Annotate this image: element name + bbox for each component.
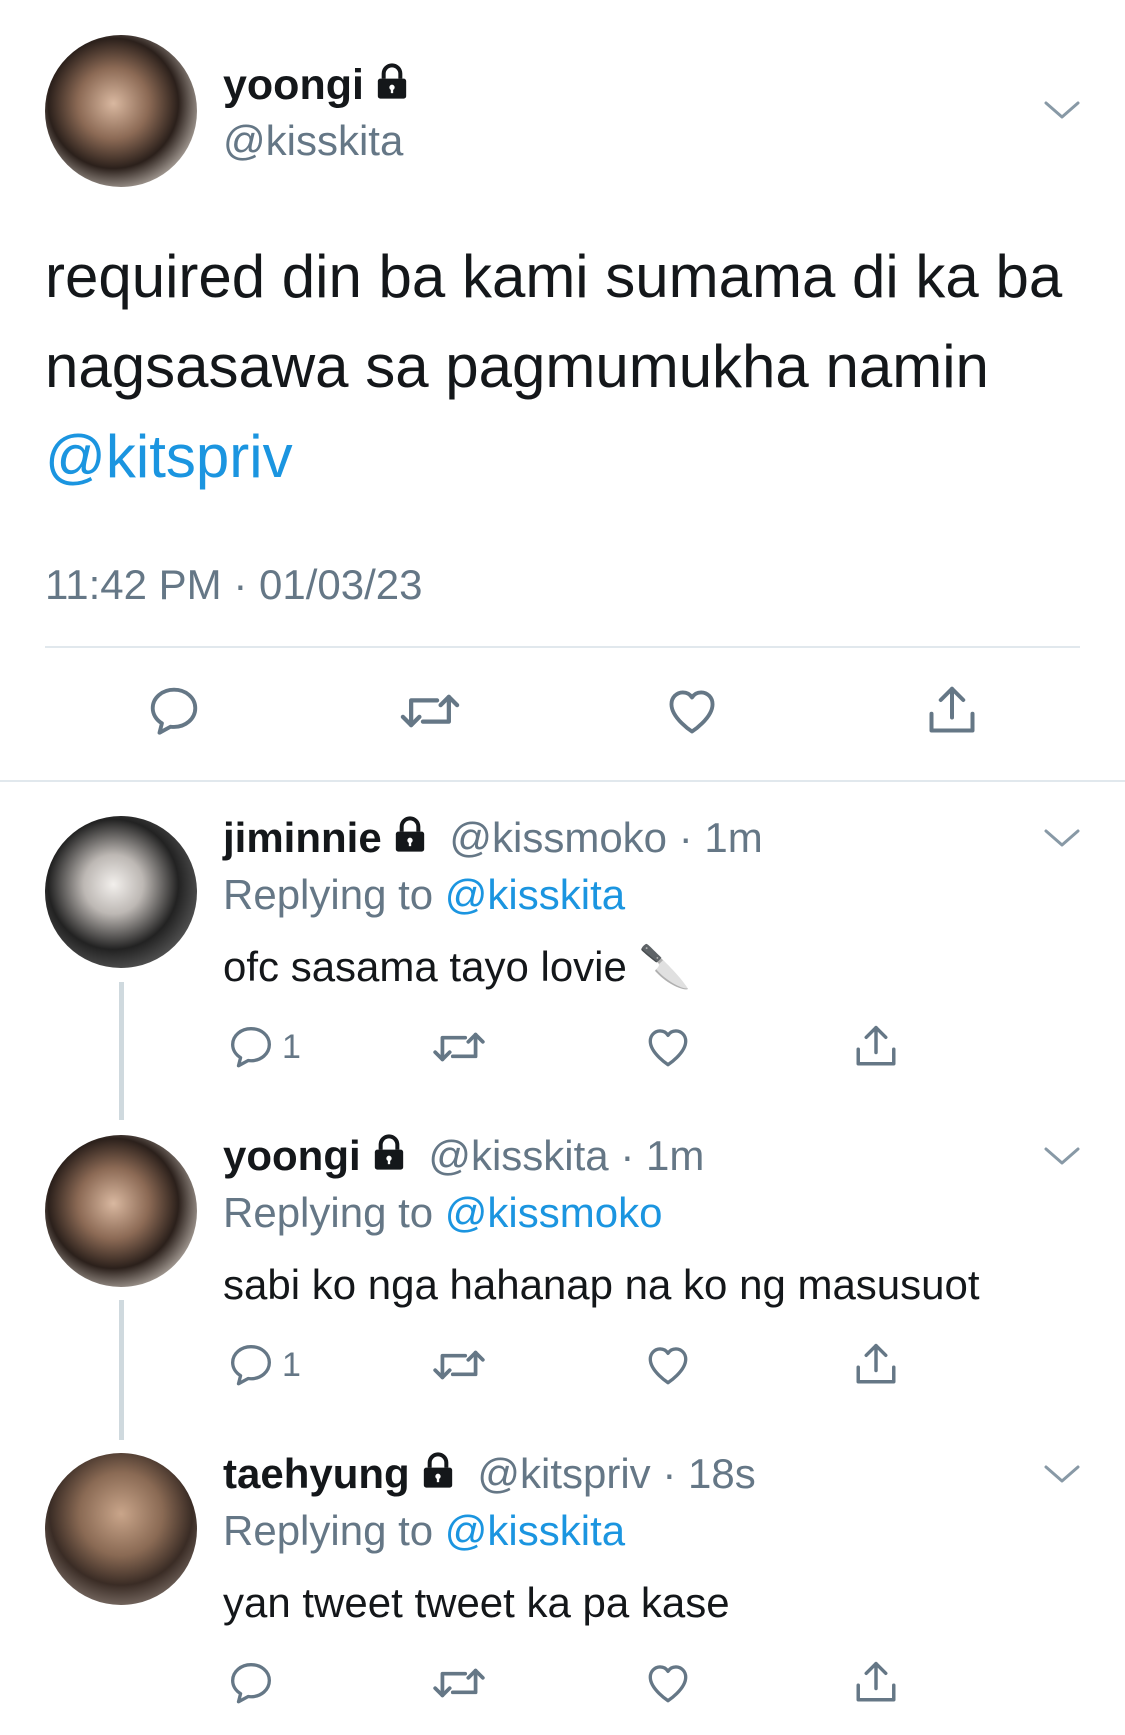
chevron-down-icon[interactable] — [1042, 95, 1082, 130]
share-icon — [856, 1343, 896, 1384]
lock-icon — [372, 61, 412, 115]
replying-to-link[interactable]: @kisskita — [445, 1507, 625, 1554]
replying-to-link[interactable]: @kissmoko — [445, 1189, 663, 1236]
share-button[interactable] — [850, 1656, 902, 1708]
retweet-button[interactable] — [430, 1340, 488, 1390]
tweet-text: required din ba kami sumama di ka ba nag… — [45, 232, 1085, 502]
replying-to-label: Replying to — [223, 1189, 434, 1236]
lock-icon — [390, 815, 430, 867]
reply-button[interactable] — [145, 682, 203, 740]
share-icon — [856, 1025, 896, 1066]
reply-icon — [231, 1345, 271, 1386]
reply-header: jiminnie @kissmoko · 1m — [223, 812, 763, 867]
reply-text: ofc sasama tayo lovie 🔪 — [223, 941, 691, 993]
like-button[interactable] — [662, 682, 722, 740]
share-button[interactable] — [850, 1020, 902, 1072]
replying-to: Replying to @kissmoko — [223, 1187, 662, 1239]
reply-avatar[interactable] — [45, 816, 197, 968]
reply-author-name[interactable]: jiminnie — [223, 814, 382, 861]
reply-time[interactable]: · 1m — [620, 1132, 704, 1179]
reply-button[interactable]: 1 — [226, 1340, 301, 1390]
heart-icon — [648, 1665, 688, 1703]
replying-to: Replying to @kisskita — [223, 1505, 625, 1557]
retweet-icon — [433, 1668, 485, 1698]
reply-text: sabi ko nga hahanap na ko ng masusuot — [223, 1261, 980, 1308]
reply-author-handle[interactable]: @kissmoko — [449, 814, 667, 861]
chevron-down-icon[interactable] — [1042, 1459, 1082, 1494]
tweet-text-line-1: required din ba kami sumama di ka ba — [45, 243, 1063, 310]
retweet-button[interactable] — [430, 1658, 488, 1708]
retweet-icon — [433, 1350, 485, 1380]
replying-to-label: Replying to — [223, 1507, 434, 1554]
reply-header: yoongi @kisskita · 1m — [223, 1130, 704, 1185]
retweet-button[interactable] — [397, 682, 463, 740]
author-name-text[interactable]: yoongi — [223, 61, 364, 109]
replying-to-link[interactable]: @kisskita — [445, 871, 625, 918]
retweet-button[interactable] — [430, 1022, 488, 1072]
author-avatar[interactable] — [45, 35, 197, 187]
reply-icon — [231, 1663, 271, 1704]
mention-link[interactable]: @kitspriv — [45, 412, 1085, 502]
reply-icon — [231, 1027, 271, 1068]
heart-icon — [648, 1347, 688, 1385]
like-button[interactable] — [642, 1340, 694, 1390]
like-button[interactable] — [642, 1022, 694, 1072]
author-name[interactable]: yoongi — [223, 58, 412, 115]
author-handle[interactable]: @kisskita — [223, 114, 403, 168]
chevron-down-icon[interactable] — [1042, 1141, 1082, 1176]
reply-button[interactable]: 1 — [226, 1022, 301, 1072]
reply-time[interactable]: · 18s — [662, 1450, 755, 1497]
thread-line — [119, 1300, 124, 1440]
share-button[interactable] — [922, 680, 982, 740]
retweet-icon — [400, 694, 460, 728]
divider — [0, 780, 1125, 782]
reply-header: taehyung @kitspriv · 18s — [223, 1448, 756, 1503]
reply-icon — [150, 687, 198, 735]
share-icon — [929, 686, 975, 733]
retweet-icon — [433, 1032, 485, 1062]
reply-author-name[interactable]: taehyung — [223, 1450, 410, 1497]
heart-icon — [669, 690, 715, 734]
reply-text-body: ofc sasama tayo lovie — [223, 943, 627, 990]
reply-text: yan tweet tweet ka pa kase — [223, 1579, 730, 1626]
tweet-text-line-2: nagsasawa sa pagmumukha namin — [45, 333, 989, 400]
reply-button[interactable] — [226, 1658, 282, 1708]
lock-icon — [369, 1133, 409, 1185]
replying-to: Replying to @kisskita — [223, 869, 625, 921]
reply-avatar[interactable] — [45, 1453, 197, 1605]
reply-avatar[interactable] — [45, 1135, 197, 1287]
share-button[interactable] — [850, 1338, 902, 1390]
reply-count: 1 — [282, 1027, 301, 1066]
knife-icon: 🔪 — [638, 943, 691, 990]
divider — [45, 646, 1080, 648]
share-icon — [856, 1661, 896, 1702]
tweet-timestamp[interactable]: 11:42 PM · 01/03/23 — [45, 560, 422, 610]
reply-author-handle[interactable]: @kisskita — [428, 1132, 608, 1179]
reply-author-handle[interactable]: @kitspriv — [477, 1450, 650, 1497]
lock-icon — [418, 1451, 458, 1503]
like-button[interactable] — [642, 1658, 694, 1708]
thread-line — [119, 982, 124, 1120]
reply-time[interactable]: · 1m — [679, 814, 763, 861]
chevron-down-icon[interactable] — [1042, 823, 1082, 858]
replying-to-label: Replying to — [223, 871, 434, 918]
reply-count: 1 — [282, 1345, 301, 1384]
reply-author-name[interactable]: yoongi — [223, 1132, 361, 1179]
heart-icon — [648, 1029, 688, 1067]
